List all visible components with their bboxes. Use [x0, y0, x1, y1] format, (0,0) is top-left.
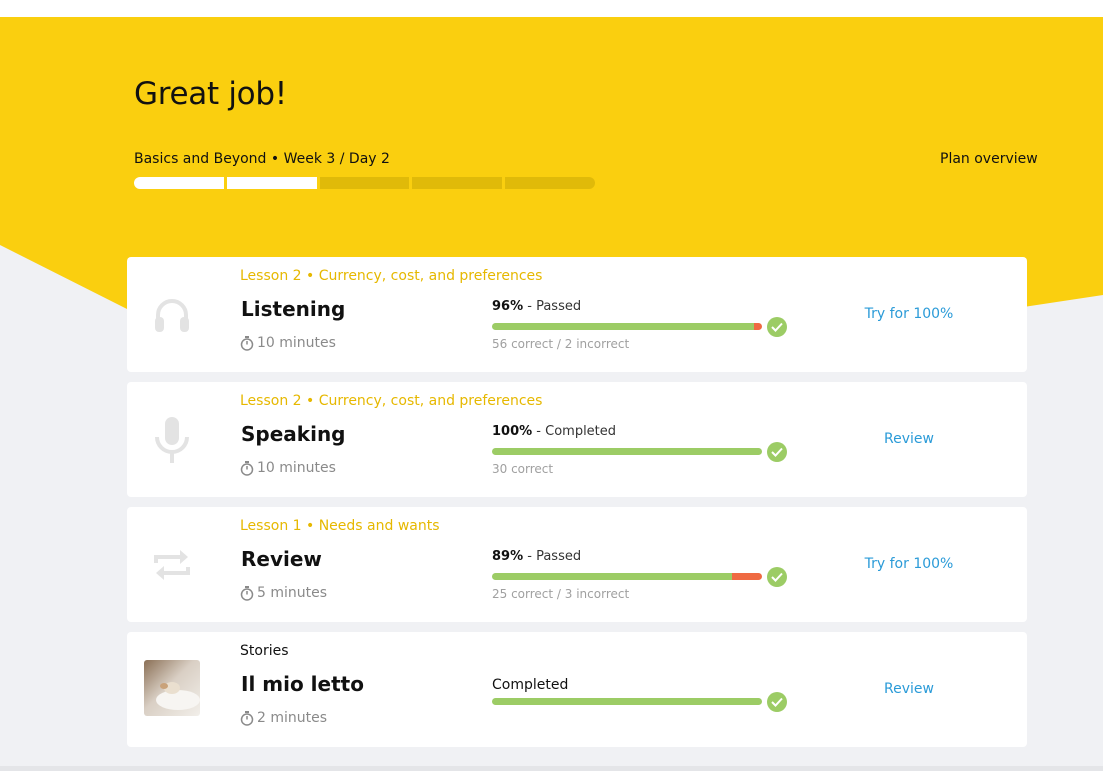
- status-text: Completed: [492, 677, 569, 693]
- activity-title: Review: [241, 547, 322, 571]
- score-percent: 89%: [492, 549, 524, 564]
- score: 96% - Passed: [492, 299, 581, 314]
- score: 100% - Completed: [492, 424, 616, 439]
- correct-fill: [492, 573, 733, 580]
- score-bar: [492, 698, 762, 705]
- duration-text: 5 minutes: [257, 585, 328, 601]
- score-bar: [492, 573, 762, 580]
- answer-counts: 25 correct / 3 incorrect: [492, 587, 630, 601]
- duration: 10 minutes: [240, 460, 336, 476]
- page-title: Great job!: [134, 76, 287, 112]
- activity-card-review[interactable]: Lesson 1 • Needs and wants Review 5 minu…: [127, 507, 1027, 622]
- score-status: - Completed: [532, 424, 617, 439]
- top-strip: [0, 0, 1103, 17]
- check-icon: [767, 567, 787, 587]
- duration-text: 10 minutes: [257, 460, 336, 476]
- lesson-label: Stories: [240, 643, 289, 659]
- activity-title: Speaking: [241, 422, 346, 446]
- stopwatch-icon: [240, 335, 254, 351]
- activity-card-story[interactable]: Stories Il mio letto 2 minutes Completed…: [127, 632, 1027, 747]
- review-button[interactable]: Review: [839, 681, 979, 697]
- try-for-100-button[interactable]: Try for 100%: [839, 306, 979, 322]
- bottom-edge: [0, 766, 1103, 771]
- duration-text: 2 minutes: [257, 710, 328, 726]
- score-bar: [492, 448, 762, 455]
- repeat-icon: [151, 541, 193, 589]
- correct-fill: [492, 323, 754, 330]
- check-icon: [767, 317, 787, 337]
- activity-card-speaking[interactable]: Lesson 2 • Currency, cost, and preferenc…: [127, 382, 1027, 497]
- microphone-icon: [151, 416, 193, 464]
- incorrect-fill: [732, 573, 762, 580]
- plan-overview-link[interactable]: Plan overview: [940, 151, 1038, 167]
- answer-counts: 30 correct: [492, 462, 554, 476]
- activity-card-listening[interactable]: Lesson 2 • Currency, cost, and preferenc…: [127, 257, 1027, 372]
- lesson-label: Lesson 2 • Currency, cost, and preferenc…: [240, 393, 543, 409]
- story-thumbnail: [144, 660, 200, 716]
- try-for-100-button[interactable]: Try for 100%: [839, 556, 979, 572]
- correct-fill: [492, 448, 762, 455]
- duration: 2 minutes: [240, 710, 327, 726]
- score-percent: 100%: [492, 424, 533, 439]
- stopwatch-icon: [240, 585, 254, 601]
- stopwatch-icon: [240, 710, 254, 726]
- plan-progress-bar: [134, 177, 595, 189]
- incorrect-fill: [753, 323, 762, 330]
- score-status: - Passed: [523, 549, 582, 564]
- lesson-label: Lesson 1 • Needs and wants: [240, 518, 440, 534]
- headphones-icon: [151, 291, 193, 339]
- review-button[interactable]: Review: [839, 431, 979, 447]
- activity-title: Il mio letto: [241, 672, 364, 696]
- progress-segment: [412, 177, 503, 189]
- progress-segment: [226, 177, 317, 189]
- duration-text: 10 minutes: [257, 335, 336, 351]
- stopwatch-icon: [240, 460, 254, 476]
- progress-segment: [505, 177, 595, 189]
- score-status: - Passed: [523, 299, 582, 314]
- activity-title: Listening: [241, 297, 346, 321]
- lesson-label: Lesson 2 • Currency, cost, and preferenc…: [240, 268, 543, 284]
- correct-fill: [492, 698, 762, 705]
- plan-progress-label: Basics and Beyond • Week 3 / Day 2: [134, 151, 390, 167]
- answer-counts: 56 correct / 2 incorrect: [492, 337, 630, 351]
- score: 89% - Passed: [492, 549, 581, 564]
- progress-segment: [134, 177, 224, 189]
- duration: 10 minutes: [240, 335, 336, 351]
- check-icon: [767, 442, 787, 462]
- duration: 5 minutes: [240, 585, 327, 601]
- check-icon: [767, 692, 787, 712]
- progress-segment: [319, 177, 410, 189]
- score-percent: 96%: [492, 299, 524, 314]
- score-bar: [492, 323, 762, 330]
